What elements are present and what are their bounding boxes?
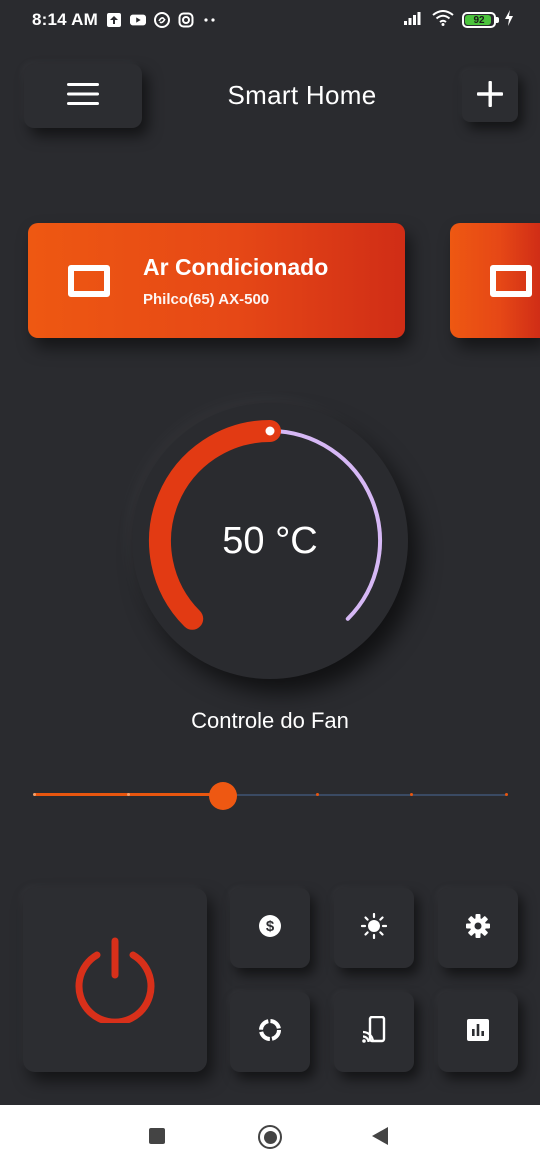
recent-apps-icon[interactable] bbox=[149, 1128, 165, 1144]
menu-button[interactable] bbox=[24, 64, 142, 128]
svg-text:$: $ bbox=[266, 918, 275, 935]
hamburger-menu-icon bbox=[67, 82, 99, 110]
cast-button[interactable] bbox=[334, 992, 414, 1072]
system-nav-bar bbox=[0, 1105, 540, 1170]
slider-tick bbox=[32, 793, 36, 796]
wifi-icon bbox=[432, 9, 454, 31]
slider-tick bbox=[504, 793, 508, 796]
charging-icon bbox=[504, 9, 514, 31]
cost-button[interactable]: $ bbox=[230, 888, 310, 968]
battery-indicator: 92 bbox=[462, 12, 499, 28]
signal-icon bbox=[404, 11, 424, 30]
upload-icon bbox=[106, 12, 122, 28]
power-icon bbox=[70, 933, 160, 1028]
bar-chart-icon bbox=[467, 1018, 489, 1046]
slider-thumb[interactable] bbox=[208, 782, 237, 810]
add-device-button[interactable] bbox=[462, 70, 518, 122]
more-dots-icon bbox=[202, 12, 218, 28]
temperature-gauge[interactable]: 50 °C bbox=[132, 403, 408, 679]
loading-ring-icon bbox=[257, 1017, 283, 1048]
device-card-next[interactable] bbox=[450, 223, 540, 338]
fan-control-label: Controle do Fan bbox=[191, 708, 349, 733]
device-model: Philco(65) AX-500 bbox=[143, 290, 270, 308]
brightness-icon bbox=[360, 912, 388, 944]
temperature-value: 50 °C bbox=[222, 519, 318, 562]
status-time: 8:14 AM bbox=[32, 10, 98, 29]
battery-level: 92 bbox=[473, 14, 485, 26]
youtube-icon bbox=[129, 12, 146, 28]
instagram-icon bbox=[178, 12, 194, 28]
shazam-icon bbox=[153, 12, 170, 28]
refresh-button[interactable] bbox=[230, 992, 310, 1072]
device-card-ar-condicionado[interactable]: Ar Condicionado Philco(65) AX-500 bbox=[28, 223, 405, 338]
device-name: Ar Condicionado bbox=[143, 253, 329, 280]
fan-speed-slider[interactable] bbox=[32, 782, 508, 810]
cast-icon bbox=[361, 1015, 387, 1049]
status-bar: 8:14 AM 92 bbox=[0, 0, 540, 40]
brightness-button[interactable] bbox=[334, 888, 414, 968]
page-title: Smart Home bbox=[227, 80, 377, 110]
back-icon[interactable] bbox=[372, 1127, 388, 1145]
statistics-button[interactable] bbox=[438, 992, 518, 1072]
slider-tick bbox=[315, 793, 319, 796]
home-icon[interactable] bbox=[258, 1125, 282, 1149]
settings-icon bbox=[465, 913, 491, 944]
power-button[interactable] bbox=[23, 888, 207, 1072]
device-screen-icon bbox=[490, 264, 532, 297]
plus-icon bbox=[477, 80, 503, 112]
dollar-icon: $ bbox=[258, 914, 282, 943]
settings-button[interactable] bbox=[438, 888, 518, 968]
slider-tick bbox=[126, 793, 130, 796]
device-screen-icon bbox=[68, 264, 110, 297]
